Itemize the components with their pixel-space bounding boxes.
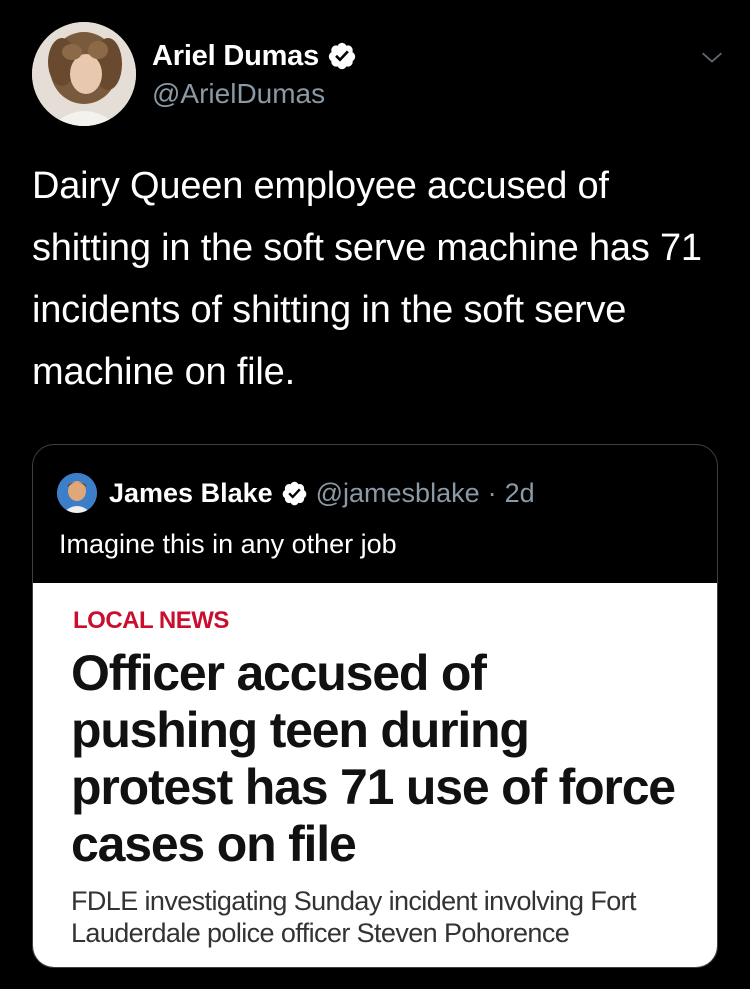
article-kicker: LOCAL NEWS [73,607,229,634]
meta-separator: · [487,477,497,508]
quoted-author-avatar[interactable] [57,473,97,513]
verified-badge-icon [328,42,356,70]
tweet[interactable]: Ariel Dumas @ArielDumas Dairy Queen empl… [0,0,750,989]
display-name-row: Ariel Dumas [152,36,357,76]
verified-badge-icon [282,481,306,505]
chevron-down-icon[interactable] [698,44,726,72]
tweet-text: Dairy Queen employee accused of shitting… [32,165,702,393]
article-headline: Officer accused of pushing teen during p… [71,645,676,872]
quoted-author-handle[interactable]: @jamesblake [316,478,480,509]
quoted-tweet-text: Imagine this in any other job [59,529,397,559]
author-names: Ariel Dumas @ArielDumas [152,36,357,110]
quoted-author-display-name[interactable]: James Blake [109,478,273,509]
quoted-tweet-time[interactable]: 2d [505,478,535,509]
quoted-tweet-header: James Blake @jamesblake · 2d [57,473,535,513]
quoted-tweet-image[interactable]: LOCAL NEWS Officer accused of pushing te… [33,583,717,967]
author-handle[interactable]: @ArielDumas [152,78,357,110]
author-display-name[interactable]: Ariel Dumas [152,40,319,73]
article-subheadline: FDLE investigating Sunday incident invol… [71,886,637,948]
tweet-header: Ariel Dumas @ArielDumas [32,22,726,130]
quoted-tweet-card[interactable]: James Blake @jamesblake · 2d Imagine thi… [32,444,718,968]
author-avatar[interactable] [32,22,136,126]
